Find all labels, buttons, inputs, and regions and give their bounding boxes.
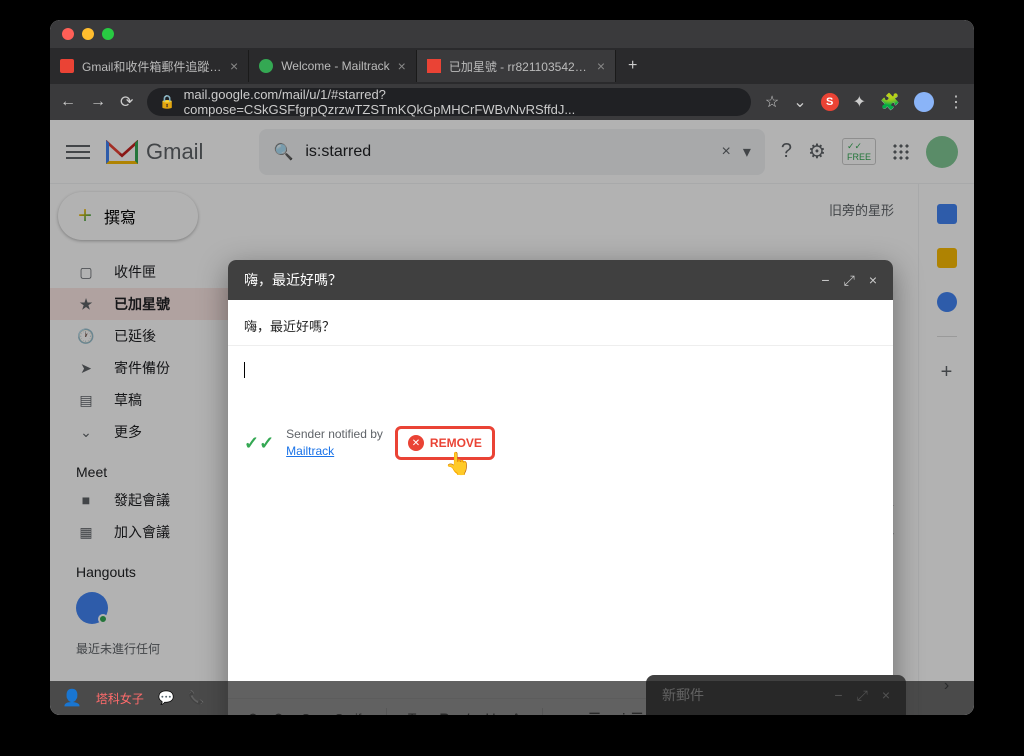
- browser-tab[interactable]: Gmail和收件箱郵件追蹤：電子郵 ×: [50, 50, 249, 82]
- tab-title: Gmail和收件箱郵件追蹤：電子郵: [82, 58, 222, 75]
- maximize-window[interactable]: [102, 28, 114, 40]
- browser-tab[interactable]: Welcome - Mailtrack ×: [249, 50, 417, 82]
- text-cursor: [244, 362, 245, 378]
- compose-header[interactable]: 嗨，最近好嗎？ − ⤢ ×: [228, 260, 893, 300]
- url-input[interactable]: 🔒 mail.google.com/mail/u/1/#starred?comp…: [147, 88, 751, 116]
- back-button[interactable]: ←: [60, 93, 76, 111]
- extensions-icon[interactable]: ✦: [853, 92, 866, 112]
- compose-window: 嗨，最近好嗎？ − ⤢ × 嗨，最近好嗎？ ✓✓ Sender notified…: [228, 260, 893, 715]
- double-check-icon: ✓✓: [244, 433, 274, 454]
- gmail-app: Gmail 🔍 is:starred × ▾ ? ⚙ ✓✓FREE + 撰寫: [50, 120, 974, 715]
- tab-title: 已加星號 - rr821103542@gmail: [449, 58, 589, 75]
- compose-body[interactable]: ✓✓ Sender notified by Mailtrack ✕ REMOVE…: [228, 346, 893, 698]
- hand-cursor-icon: 👆: [445, 451, 472, 477]
- footer-brand: 塔科女子: [96, 690, 144, 707]
- hangouts-icon[interactable]: 💬: [158, 690, 174, 706]
- profile-avatar[interactable]: [914, 92, 934, 112]
- mailtrack-link[interactable]: Mailtrack: [286, 444, 334, 458]
- signature-text: Sender notified by Mailtrack: [286, 426, 383, 460]
- puzzle-icon[interactable]: 🧩: [880, 92, 900, 112]
- extension-icon[interactable]: S: [821, 93, 839, 111]
- lock-icon: 🔒: [159, 94, 175, 110]
- star-icon[interactable]: ☆: [765, 92, 779, 112]
- tab-title: Welcome - Mailtrack: [281, 59, 389, 73]
- url-text: mail.google.com/mail/u/1/#starred?compos…: [184, 87, 739, 117]
- pocket-icon[interactable]: ⌄: [793, 92, 806, 112]
- compose-title: 嗨，最近好嗎？: [244, 270, 342, 290]
- browser-window: Gmail和收件箱郵件追蹤：電子郵 × Welcome - Mailtrack …: [50, 20, 974, 715]
- new-tab-button[interactable]: +: [616, 57, 649, 75]
- forward-button[interactable]: →: [90, 93, 106, 111]
- favicon: [60, 59, 74, 73]
- close-icon[interactable]: ×: [869, 272, 877, 289]
- browser-tab-active[interactable]: 已加星號 - rr821103542@gmail ×: [417, 50, 616, 82]
- minimize-window[interactable]: [82, 28, 94, 40]
- menu-icon[interactable]: ⋮: [948, 92, 964, 112]
- footer-bar: 👤 塔科女子 💬 📞: [50, 681, 974, 715]
- subject-field[interactable]: 嗨，最近好嗎？: [228, 300, 893, 346]
- notified-text: Sender notified by: [286, 427, 383, 441]
- titlebar: [50, 20, 974, 48]
- tab-strip: Gmail和收件箱郵件追蹤：電子郵 × Welcome - Mailtrack …: [50, 48, 974, 84]
- close-window[interactable]: [62, 28, 74, 40]
- close-tab-icon[interactable]: ×: [230, 58, 238, 74]
- phone-icon[interactable]: 📞: [188, 690, 204, 706]
- close-tab-icon[interactable]: ×: [597, 58, 605, 74]
- close-tab-icon[interactable]: ×: [398, 58, 406, 74]
- reload-button[interactable]: ⟳: [120, 92, 133, 112]
- minimize-icon[interactable]: −: [821, 272, 829, 289]
- remove-button[interactable]: ✕ REMOVE 👆: [395, 426, 495, 460]
- remove-label: REMOVE: [430, 436, 482, 450]
- favicon: [427, 59, 441, 73]
- address-bar: ← → ⟳ 🔒 mail.google.com/mail/u/1/#starre…: [50, 84, 974, 120]
- expand-icon[interactable]: ⤢: [844, 272, 855, 289]
- favicon: [259, 59, 273, 73]
- mailtrack-signature: ✓✓ Sender notified by Mailtrack ✕ REMOVE…: [244, 426, 495, 460]
- remove-x-icon: ✕: [408, 435, 424, 451]
